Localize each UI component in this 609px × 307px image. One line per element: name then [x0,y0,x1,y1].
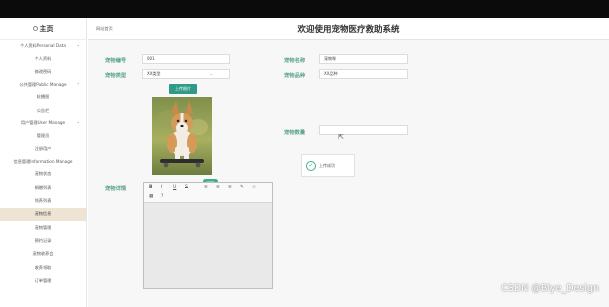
main-content: 网站首页 欢迎使用宠物医疗救助系统 宠物编号 001 宠物类型 XX类型 ⌄ 宠… [88,18,609,307]
sidebar: 主页 个人资料Personal Data ⌃ 个人资料 修改密码 公共管理Publ… [0,18,87,307]
pet-breed-label: 宠物品种 [284,73,306,79]
top-bar [0,0,609,18]
pet-id-label: 宠物编号 [105,58,127,64]
sidebar-item-notice[interactable]: 公告栏 [0,104,86,117]
sidebar-item-admin[interactable]: 管理员 [0,129,86,142]
sidebar-item-adoption-claim[interactable]: 收养领取 [0,261,86,274]
pet-type-label: 宠物类型 [105,73,127,79]
sidebar-item-adoption-event[interactable]: 宠物收养会 [0,248,86,261]
pet-type-value: XX类型 [147,71,161,76]
editor-content-area[interactable] [144,203,272,288]
page-header: 网站首页 欢迎使用宠物医疗救助系统 [88,18,609,40]
pet-name-input[interactable]: 宠物咪 [319,54,408,64]
sidebar-home[interactable]: 主页 [0,18,86,40]
success-message: 上传成功 [319,162,335,168]
sidebar-item-adoptions[interactable]: 领养列表 [0,194,86,207]
sidebar-item-appointments[interactable]: 预约记录 [0,234,86,247]
sidebar-group-personal[interactable]: 个人资料Personal Data ⌃ [0,40,86,52]
sidebar-group-user[interactable]: 用户管理User Manage ⌃ [0,117,86,129]
sidebar-item-carousel[interactable]: 轮播图 [0,91,86,104]
pet-quantity-input[interactable] [319,125,408,135]
italic-icon[interactable]: I [161,185,162,190]
underline-icon[interactable]: U [173,185,176,190]
sidebar-item-profile[interactable]: 个人资料 [0,52,86,65]
sidebar-item-pet-info[interactable]: 宠物信息 [0,207,86,221]
pen-icon[interactable]: ✎ [240,185,244,190]
clear-format-icon[interactable]: ⊘ [252,185,256,190]
group-label: 个人资料Personal Data [20,43,66,48]
upload-success-toast: ✓ 上传成功 [301,154,355,177]
sidebar-group-public[interactable]: 公共管理Public Manage ⌃ [0,79,86,91]
help-icon[interactable]: ? [161,194,163,199]
pet-name-label: 宠物名称 [284,58,306,64]
check-circle-icon: ✓ [306,160,316,171]
pet-photo [152,97,212,175]
pet-breed-input[interactable]: XX品种 [319,69,408,79]
group-label: 用户管理User Manage [20,120,66,126]
pet-id-input[interactable]: 001 [142,54,230,64]
watermark: CSDN @Biye_Design [501,283,599,294]
bold-icon[interactable]: B [149,185,152,190]
image-icon[interactable]: ▦ [149,194,153,199]
chevron-down-icon: ⌄ [209,71,213,76]
sidebar-item-pet-status[interactable]: 宠物状态 [0,168,86,181]
group-label: 公共管理Public Manage [19,81,67,87]
pet-quantity-label: 宠物数量 [284,130,306,136]
sidebar-item-pet-manage[interactable]: 宠物管理 [0,221,86,234]
sidebar-item-donations[interactable]: 捐赠列表 [0,181,86,194]
pet-details-label: 宠物详情 [105,186,127,192]
rich-text-editor[interactable]: B I U S ≡ ≡ ≡ ✎ ⊘ ▦ ? [143,182,273,289]
mouse-cursor-icon: ⇱ [338,133,344,141]
chevron-up-icon: ⌃ [76,82,80,88]
sidebar-item-registered-user[interactable]: 注册用户 [0,142,86,155]
editor-toolbar: B I U S ≡ ≡ ≡ ✎ ⊘ ▦ ? [144,183,272,203]
align-left-icon[interactable]: ≡ [204,185,208,190]
align-right-icon[interactable]: ≡ [228,185,232,190]
group-label: 信息管理Information Manage [13,158,73,164]
sidebar-home-label: 主页 [39,24,54,33]
sidebar-item-orders[interactable]: 订单管理 [0,274,86,287]
chevron-up-icon: ⌃ [76,120,80,126]
page-title: 欢迎使用宠物医疗救助系统 [297,25,400,35]
home-icon [32,26,38,31]
sidebar-group-info[interactable]: 信息管理Information Manage [0,156,86,168]
sidebar-item-password[interactable]: 修改密码 [0,65,86,78]
chevron-up-icon: ⌃ [76,43,80,49]
align-center-icon[interactable]: ≡ [216,185,220,190]
pet-type-select[interactable]: XX类型 ⌄ [142,69,230,79]
strikethrough-icon[interactable]: S [185,185,188,190]
upload-image-button[interactable]: 上传图片 [169,84,197,94]
